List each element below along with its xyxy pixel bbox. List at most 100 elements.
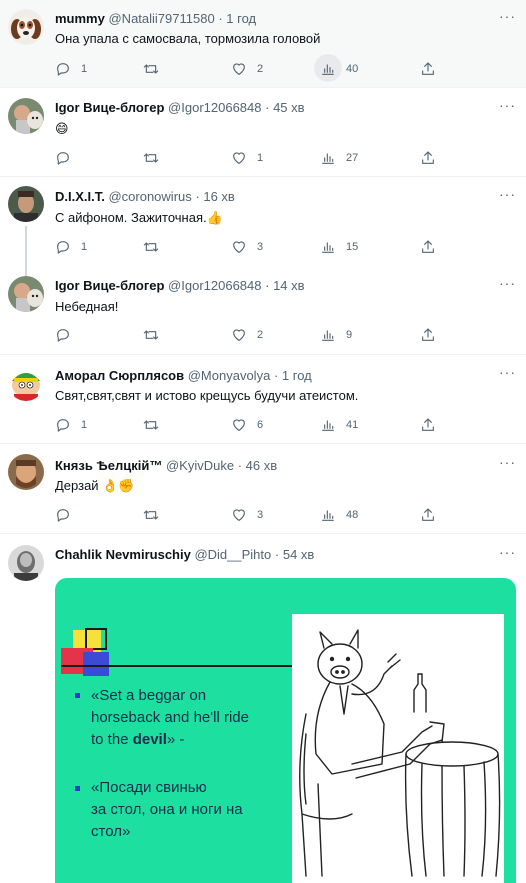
tweet-text: С айфоном. Зажиточная.👍 (55, 210, 223, 225)
like-button[interactable]: 2 (231, 325, 263, 345)
tweet-dixit[interactable]: D.I.X.I.T. @coronowirus · 16 хв ··· С ай… (0, 177, 526, 266)
heart-icon (233, 152, 245, 164)
timestamp[interactable]: 1 год (226, 11, 256, 26)
handle[interactable]: @Natalii79711580 (108, 11, 214, 26)
handle[interactable]: @KyivDuke (166, 458, 234, 473)
reply-button[interactable] (55, 325, 81, 345)
tweet-igor-2[interactable]: Igor Вице-блогер @Igor12066848 · 14 хв ·… (0, 266, 526, 355)
tweet-actions: 2 9 (55, 325, 445, 345)
more-icon[interactable]: ··· (499, 364, 516, 380)
views-count: 15 (346, 241, 359, 253)
reply-button[interactable]: 1 (55, 237, 87, 257)
handle[interactable]: @Igor12066848 (168, 100, 261, 115)
avatar-dixit[interactable] (8, 186, 44, 222)
share-icon (422, 151, 434, 164)
like-button[interactable]: 2 (231, 59, 263, 79)
handle[interactable]: @Monyavolya (188, 368, 271, 383)
like-button[interactable]: 3 (231, 237, 263, 257)
retweet-button[interactable] (143, 148, 169, 168)
views-button[interactable]: 9 (320, 325, 352, 345)
timestamp[interactable]: 45 хв (273, 100, 304, 115)
tweet-igor-1[interactable]: Igor Вице-блогер @Igor12066848 · 45 хв ·… (0, 88, 526, 177)
views-chart-icon (322, 242, 334, 253)
display-name[interactable]: D.I.X.I.T. (55, 189, 105, 204)
share-button[interactable] (420, 415, 446, 435)
handle[interactable]: @Did__Pihto (194, 547, 271, 562)
retweet-icon (143, 330, 159, 340)
tweet-header: mummy @Natalii79711580 · 1 год (55, 11, 256, 27)
tweet-text: Свят,свят,свят и истово крещусь будучи а… (55, 388, 359, 403)
more-icon[interactable]: ··· (499, 275, 516, 291)
like-button[interactable]: 3 (231, 505, 263, 525)
views-button[interactable]: 48 (320, 505, 358, 525)
retweet-button[interactable] (143, 237, 169, 257)
pig-illustration (292, 614, 504, 883)
quote-ru-line-2: за стол, она и ноги на (91, 801, 243, 818)
retweet-icon (143, 242, 159, 252)
more-icon[interactable]: ··· (499, 544, 516, 560)
more-icon[interactable]: ··· (499, 97, 516, 113)
reply-button[interactable] (55, 505, 81, 525)
display-name[interactable]: mummy (55, 11, 105, 26)
reply-button[interactable]: 1 (55, 415, 87, 435)
retweet-button[interactable] (143, 325, 169, 345)
more-icon[interactable]: ··· (499, 454, 516, 470)
separator: · (218, 11, 223, 26)
retweet-button[interactable] (143, 415, 169, 435)
display-name[interactable]: Igor Вице-блогер (55, 278, 164, 293)
share-button[interactable] (420, 148, 446, 168)
share-button[interactable] (420, 237, 446, 257)
like-count: 6 (257, 419, 264, 431)
views-button[interactable]: 15 (320, 237, 358, 257)
like-button[interactable]: 6 (231, 415, 263, 435)
avatar-chahlik[interactable] (8, 545, 44, 581)
share-button[interactable] (420, 325, 446, 345)
quote-ru-line-3: стол» (91, 823, 131, 840)
share-button[interactable] (420, 59, 446, 79)
reply-button[interactable]: 1 (55, 59, 87, 79)
avatar-igor[interactable] (8, 98, 44, 134)
tweet-kyivduke[interactable]: Князь Ѣелцкій™ @KyivDuke · 46 хв ··· Дер… (0, 444, 526, 534)
timestamp[interactable]: 14 хв (273, 278, 304, 293)
reply-button[interactable] (55, 148, 81, 168)
separator: · (195, 189, 200, 204)
timestamp[interactable]: 16 хв (203, 189, 234, 204)
share-icon (422, 418, 434, 431)
views-button[interactable]: 40 (314, 54, 358, 82)
bullet-icon (75, 786, 80, 791)
quote-en-3c: » - (166, 731, 185, 748)
tweet-amoral[interactable]: Аморал Сюрплясов @Monyavolya · 1 год ···… (0, 355, 526, 444)
views-count: 48 (346, 509, 359, 521)
display-name[interactable]: Igor Вице-блогер (55, 100, 164, 115)
tweet-header: Igor Вице-блогер @Igor12066848 · 14 хв (55, 278, 305, 294)
timestamp[interactable]: 1 год (282, 368, 312, 383)
avatar-igor[interactable] (8, 276, 44, 312)
tweet-media-image[interactable]: «Set a beggar on horseback and he'll rid… (55, 578, 516, 883)
tweet-text: Дерзай 👌✊ (55, 478, 135, 493)
display-name[interactable]: Аморал Сюрплясов (55, 368, 184, 383)
tweet-mummy[interactable]: mummy @Natalii79711580 · 1 год ··· Она у… (0, 0, 526, 88)
display-name[interactable]: Князь Ѣелцкій™ (55, 458, 162, 473)
quote-en-line-3: to the devil» - (91, 730, 184, 749)
like-button[interactable]: 1 (231, 148, 263, 168)
tweet-text: Небедная! (55, 299, 119, 314)
timestamp[interactable]: 54 хв (283, 547, 314, 562)
share-button[interactable] (420, 505, 446, 525)
avatar-mummy[interactable] (8, 9, 44, 45)
avatar-kyivduke[interactable] (8, 454, 44, 490)
timestamp[interactable]: 46 хв (246, 458, 277, 473)
handle[interactable]: @coronowirus (108, 189, 191, 204)
more-icon[interactable]: ··· (499, 186, 516, 202)
tweet-actions: 1 27 (55, 148, 445, 168)
tweet-header: D.I.X.I.T. @coronowirus · 16 хв (55, 189, 235, 205)
separator: · (237, 458, 243, 473)
views-button[interactable]: 27 (320, 148, 358, 168)
views-button[interactable]: 41 (320, 415, 358, 435)
separator: · (274, 547, 280, 562)
more-icon[interactable]: ··· (499, 8, 516, 24)
avatar-amoral[interactable] (8, 365, 44, 401)
handle[interactable]: @Igor12066848 (168, 278, 261, 293)
retweet-button[interactable] (143, 505, 169, 525)
display-name[interactable]: Chahlik Nevmiruschiy (55, 547, 191, 562)
retweet-button[interactable] (143, 59, 169, 79)
